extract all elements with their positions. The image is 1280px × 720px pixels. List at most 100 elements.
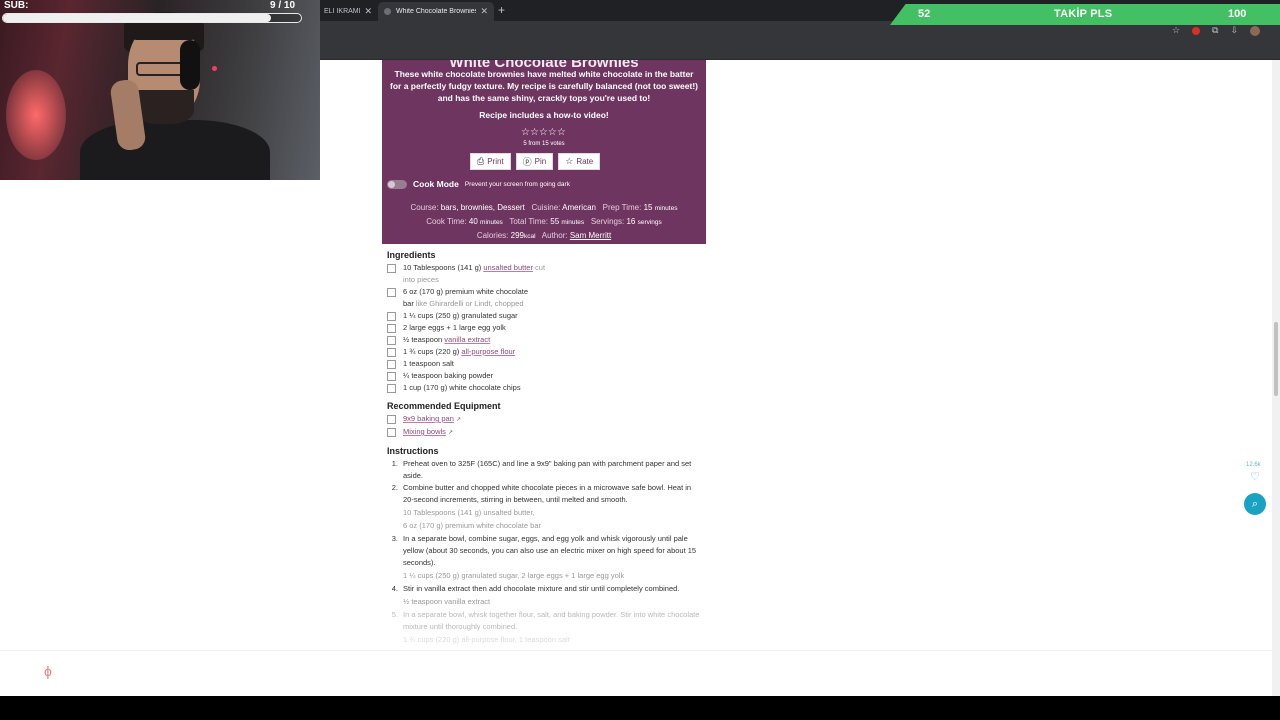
ingredient-item: 2 large eggs + 1 large egg yolk — [387, 322, 707, 334]
webcam-feed — [0, 0, 320, 180]
profile-avatar[interactable] — [1250, 25, 1260, 36]
ingredient-link[interactable]: vanilla extract — [444, 335, 490, 344]
step-text: Stir in vanilla extract then add chocola… — [403, 584, 680, 593]
cook-time-label: Cook Time: — [426, 217, 467, 226]
ingredient-checkbox[interactable] — [387, 311, 396, 321]
pin-button[interactable]: ⓟ Pin — [515, 153, 554, 170]
ingredient-note: like Ghirardelli or Lindt, chopped — [413, 299, 524, 308]
ingredient-checkbox[interactable] — [387, 335, 396, 345]
prep-value: 15 — [643, 203, 653, 212]
step-number: 5. — [391, 610, 398, 619]
step-number: 1. — [391, 459, 398, 468]
cook-mode-toggle[interactable] — [387, 179, 407, 189]
follow-goal-current: 52 — [918, 8, 931, 20]
ingredient-checkbox[interactable] — [387, 347, 396, 357]
ingredient-item: ½ teaspoon vanilla extract — [387, 334, 707, 346]
ingredient-item: 1 teaspoon salt — [387, 358, 707, 370]
page-scrollbar[interactable] — [1272, 60, 1280, 696]
sub-goal-label: SUB: — [4, 0, 29, 11]
printer-icon: ⎙ — [477, 156, 485, 166]
step-text: Preheat oven to 325F (165C) and line a 9… — [403, 459, 692, 480]
close-icon[interactable]: ✕ — [480, 6, 488, 17]
author-link[interactable]: Sam Merritt — [570, 231, 611, 240]
ingredient-text: ½ teaspoon — [403, 335, 445, 344]
download-icon[interactable]: ⇩ — [1230, 25, 1238, 36]
ingredient-text: 2 large eggs + 1 large egg yolk — [403, 323, 506, 332]
author-label: Author: — [541, 231, 568, 240]
recipe-meta: Course: bars, brownies, Dessert Cuisine:… — [382, 201, 706, 243]
equipment-link[interactable]: 9x9 baking pan — [403, 414, 454, 423]
servings-value[interactable]: 16 — [626, 217, 635, 226]
sub-goal-progress-fill — [3, 14, 272, 22]
video-link[interactable]: video! — [584, 110, 609, 120]
cook-mode-label: Cook Mode — [413, 179, 459, 189]
step-number: 3. — [391, 534, 398, 543]
instruction-step: 3. In a separate bowl, combine sugar, eg… — [387, 533, 707, 583]
follow-goal-label: TAKİP PLS — [1054, 8, 1113, 20]
follow-goal-target: 100 — [1228, 8, 1247, 20]
favicon-icon — [384, 8, 391, 15]
ingredient-checkbox[interactable] — [387, 383, 396, 393]
step-ingredients: 6 oz (170 g) premium white chocolate bar — [403, 521, 541, 530]
extension-icon[interactable] — [1192, 26, 1201, 35]
ingredient-checkbox[interactable] — [387, 287, 396, 297]
ingredient-checkbox[interactable] — [387, 371, 396, 381]
instruction-step: 5. In a separate bowl, whisk together fl… — [387, 609, 707, 647]
ingredient-checkbox[interactable] — [387, 359, 396, 369]
ingredient-text: ¼ teaspoon baking powder — [403, 371, 494, 380]
ingredient-item: 10 Tablespoons (141 g) unsalted butter c… — [387, 262, 707, 286]
ingredient-item: 1 cup (170 g) white chocolate chips — [387, 382, 707, 394]
sub-goal-progress — [2, 13, 302, 23]
ingredient-checkbox[interactable] — [387, 323, 396, 333]
new-tab-button[interactable]: + — [498, 3, 505, 17]
equipment-item: 9x9 baking pan ↗ — [387, 413, 707, 426]
close-icon[interactable]: ✕ — [364, 6, 372, 17]
prep-unit: minutes — [654, 205, 678, 212]
search-icon[interactable]: ⌕ — [1244, 493, 1266, 515]
recipe-body: Ingredients 10 Tablespoons (141 g) unsal… — [387, 250, 707, 647]
rating-stars[interactable]: ☆☆☆☆☆ — [521, 127, 566, 138]
rating-votes: 5 from 15 votes — [523, 141, 565, 147]
bookmark-star-icon[interactable]: ☆ — [1172, 25, 1180, 36]
brand-logo-icon: ϕ — [44, 663, 52, 679]
step-number: 4. — [391, 584, 398, 593]
ingredients-heading: Ingredients — [387, 250, 436, 260]
instruction-step: 1. Preheat oven to 325F (165C) and line … — [387, 458, 707, 482]
ingredient-checkbox[interactable] — [387, 263, 396, 273]
equipment-heading: Recommended Equipment — [387, 401, 501, 411]
step-ingredients: 1 ¾ cups (220 g) all-purpose flour, 1 te… — [403, 635, 570, 644]
ingredient-item: ¼ teaspoon baking powder — [387, 370, 707, 382]
extensions-puzzle-icon[interactable]: ⧉ — [1212, 25, 1218, 36]
ingredient-text: 1 ¼ cups (250 g) granulated sugar — [403, 311, 518, 320]
step-ingredients: 1 ¼ cups (250 g) granulated sugar, 2 lar… — [403, 571, 625, 580]
step-ingredients: 10 Tablespoons (141 g) unsalted butter, — [403, 508, 535, 517]
scrollbar-thumb[interactable] — [1274, 322, 1278, 396]
equipment-item: Mixing bowls ↗ — [387, 426, 707, 439]
ingredient-link[interactable]: all-purpose flour — [461, 347, 515, 356]
print-button[interactable]: ⎙ Print — [470, 153, 511, 170]
instruction-step: 2. Combine butter and chopped white choc… — [387, 482, 707, 533]
equipment-checkbox[interactable] — [387, 414, 396, 424]
browser-tab[interactable]: ELİ İKRAMLIK ✕ — [318, 2, 378, 21]
total-time-value: 55 — [550, 217, 560, 226]
step-text: In a separate bowl, whisk together flour… — [403, 610, 700, 631]
equipment-checkbox[interactable] — [387, 427, 396, 437]
calories-value: 299 — [510, 231, 524, 240]
video-note-text: Recipe includes a how-to — [479, 110, 582, 120]
cook-mode-description: Prevent your screen from going dark — [464, 180, 570, 188]
cook-time-unit: minutes — [480, 219, 503, 226]
pinterest-icon: ⓟ — [522, 157, 532, 167]
equipment-link[interactable]: Mixing bowls — [403, 427, 446, 436]
ingredient-item: 6 oz (170 g) premium white chocolate bar… — [387, 286, 707, 310]
calories-label: Calories: — [476, 231, 509, 240]
cuisine-value: American — [562, 203, 596, 212]
ingredient-link[interactable]: unsalted butter — [483, 263, 533, 272]
recipe-card-header: White Chocolate Brownies These white cho… — [382, 60, 706, 244]
heart-icon[interactable]: ♡ — [1248, 470, 1262, 484]
star-icon: ☆ — [565, 156, 574, 166]
browser-tab-active[interactable]: White Chocolate Brownies - Sa ✕ — [378, 2, 494, 21]
sub-goal-count: 9 / 10 — [270, 0, 296, 11]
external-link-icon: ↗ — [448, 430, 454, 436]
rate-button[interactable]: ☆ Rate — [558, 153, 601, 170]
step-ingredients: ½ teaspoon vanilla extract — [403, 597, 491, 606]
